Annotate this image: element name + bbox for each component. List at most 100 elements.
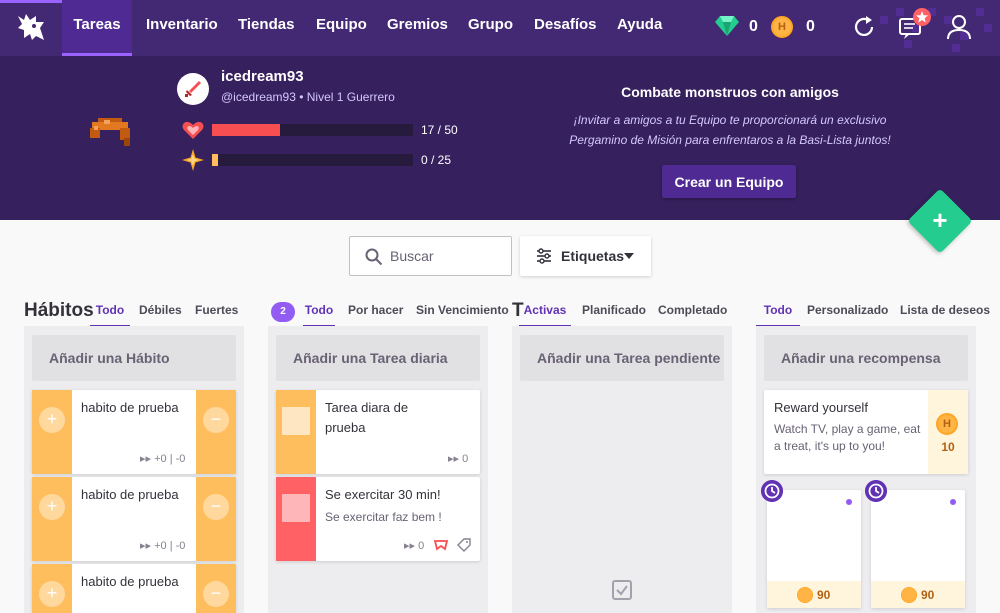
create-party-button[interactable]: Crear un Equipo [662, 165, 796, 198]
daily-side-1 [276, 477, 316, 561]
habit-text: habito de prueba [81, 400, 179, 415]
tag-icon[interactable] [457, 538, 471, 552]
habit-task[interactable]: + habito de prueba ▸▸ +0 | -0 − [32, 477, 236, 561]
search-box [349, 236, 512, 276]
user-icon[interactable] [946, 14, 972, 40]
daily-checkbox[interactable] [282, 494, 310, 522]
daily-text: Se exercitar 30 min! [325, 487, 441, 502]
nav-tareas[interactable]: Tareas [62, 0, 132, 56]
challenge-icon [434, 540, 448, 551]
top-navigation: Tareas Inventario Tiendas Equipo Gremios… [0, 0, 1000, 56]
rewards-filter-all[interactable]: Todo [756, 303, 800, 327]
habit-plus-button[interactable]: + [39, 494, 65, 520]
todos-filter-scheduled[interactable]: Planificado [582, 303, 646, 327]
sword-icon [185, 81, 201, 97]
health-text: 17 / 50 [421, 123, 458, 137]
party-description: ¡Invitar a amigos a tu Equipo te proporc… [569, 113, 891, 147]
search-input[interactable] [390, 246, 505, 266]
nav-gremios[interactable]: Gremios [387, 0, 448, 56]
habit-text: habito de prueba [81, 487, 179, 502]
daily-side-0 [276, 390, 316, 474]
clock-icon [761, 480, 783, 502]
habit-plus-button[interactable]: + [39, 407, 65, 433]
habit-counter: ▸▸ +0 | -0 [140, 453, 186, 465]
caret-down-icon [624, 253, 634, 259]
gold-count: 0 [806, 18, 815, 35]
habit-minus-button[interactable]: − [203, 494, 229, 520]
nav-inventario[interactable]: Inventario [146, 0, 218, 56]
dailies-count-badge: 2 [271, 302, 295, 322]
filter-sliders-icon [537, 248, 551, 264]
user-level-line: @icedream93 • Nivel 1 Guerrero [221, 90, 395, 104]
daily-streak: ▸▸ 0 [448, 453, 469, 465]
health-bar [212, 124, 413, 136]
daily-checkbox[interactable] [282, 407, 310, 435]
experience-text: 0 / 25 [421, 153, 452, 167]
rewards-filter-wishlist[interactable]: Lista de deseos [900, 303, 990, 327]
daily-task[interactable]: Tarea diara de prueba ▸▸ 0 [276, 390, 480, 474]
shop-item-card[interactable]: 90 [767, 490, 861, 608]
reward-buy-button[interactable]: H 10 [928, 390, 968, 474]
daily-text: Tarea diara de prueba [325, 400, 409, 435]
dailies-quick-add[interactable]: Añadir una Tarea diaria [276, 335, 480, 381]
habits-filter-weak[interactable]: Débiles [139, 303, 182, 327]
reward-title: Reward yourself [774, 400, 868, 415]
habitica-gryphon-logo[interactable] [14, 10, 48, 44]
experience-star-icon [182, 149, 204, 171]
tags-label: Etiquetas [561, 248, 625, 264]
clock-icon [865, 480, 887, 502]
health-bar-fill [212, 124, 281, 136]
item-indicator-dot [950, 499, 956, 505]
star-badge-icon [913, 8, 931, 26]
experience-bar [212, 154, 413, 166]
habit-minus-button[interactable]: − [203, 407, 229, 433]
habits-filter-strong[interactable]: Fuertes [195, 303, 238, 327]
item-indicator-dot [846, 499, 852, 505]
plus-icon: + [932, 205, 948, 235]
username: icedream93 [221, 68, 304, 85]
party-title: Combate monstruos con amigos [621, 84, 839, 100]
habit-task[interactable]: + habito de prueba ▸▸ +0 | -0 − [32, 390, 236, 474]
todos-filter-completed[interactable]: Completado [658, 303, 727, 327]
gold-coin-icon[interactable]: H [771, 16, 793, 38]
tags-filter-button[interactable]: Etiquetas [520, 236, 651, 276]
daily-streak: ▸▸ 0 [404, 540, 425, 552]
habit-minus-button[interactable]: − [203, 581, 229, 607]
gold-coin-icon [901, 587, 917, 603]
habits-title: Hábitos [24, 300, 94, 321]
gold-coin-icon: H [936, 413, 958, 435]
custom-reward[interactable]: Reward yourself Watch TV, play a game, e… [764, 390, 968, 474]
daily-task[interactable]: Se exercitar 30 min! Se exercitar faz be… [276, 477, 480, 561]
todos-filter-active[interactable]: Activas [519, 303, 571, 327]
nav-tiendas[interactable]: Tiendas [238, 0, 294, 56]
dailies-filter-all[interactable]: Todo [303, 303, 335, 327]
search-icon [365, 248, 383, 266]
habits-filter-all[interactable]: Todo [90, 303, 130, 327]
avatar-hair[interactable] [88, 116, 132, 150]
dailies-filter-not-due[interactable]: Sin Vencimiento [416, 303, 509, 327]
shop-item-card[interactable]: 90 [871, 490, 965, 608]
reward-note: Watch TV, play a game, eat a treat, it's… [774, 422, 921, 453]
habit-plus-button[interactable]: + [39, 581, 65, 607]
reward-price: 10 [941, 440, 955, 454]
rewards-filter-custom[interactable]: Personalizado [807, 303, 888, 327]
habits-quick-add[interactable]: Añadir una Hábito [32, 335, 236, 381]
gem-count: 0 [749, 18, 758, 35]
nav-ayuda[interactable]: Ayuda [617, 0, 662, 56]
gem-icon[interactable] [714, 14, 740, 38]
todos-quick-add[interactable]: Añadir una Tarea pendiente [520, 335, 724, 381]
user-header: icedream93 @icedream93 • Nivel 1 Guerrer… [0, 56, 1000, 220]
rewards-quick-add[interactable]: Añadir una recompensa [764, 335, 968, 381]
habit-counter: ▸▸ +0 | -0 [140, 540, 186, 552]
item-price-bar: 90 [871, 581, 965, 608]
habit-text: habito de prueba [81, 574, 179, 589]
sync-icon[interactable] [851, 14, 877, 40]
nav-grupo[interactable]: Grupo [468, 0, 513, 56]
habit-task[interactable]: + habito de prueba − [32, 564, 236, 613]
dailies-filter-due[interactable]: Por hacer [348, 303, 403, 327]
nav-desafios[interactable]: Desafíos [534, 0, 597, 56]
nav-equipo[interactable]: Equipo [316, 0, 367, 56]
item-price: 90 [817, 588, 831, 602]
empty-todo-check-icon [612, 580, 632, 600]
item-price-bar: 90 [767, 581, 861, 608]
